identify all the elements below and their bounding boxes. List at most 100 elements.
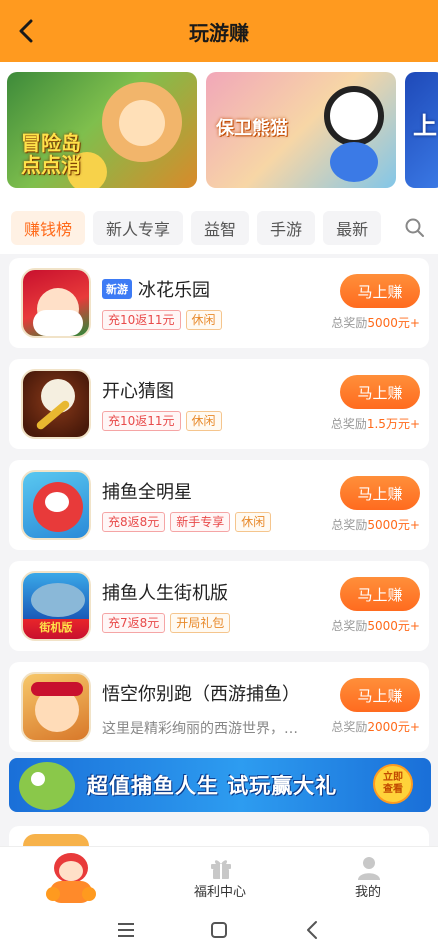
nav-label: 我的 <box>354 885 381 900</box>
reward-amount: 5000元+ <box>367 518 420 532</box>
recent-apps-button[interactable] <box>114 918 138 942</box>
game-icon-shark: 街机版 <box>21 571 91 641</box>
game-name: 冰花乐园 <box>138 280 210 301</box>
game-icon-octopus <box>21 470 91 540</box>
nav-mine[interactable]: 我的 <box>308 847 428 909</box>
game-icon-wukong <box>21 672 91 742</box>
play-now-button[interactable]: 马上赚 <box>340 577 420 611</box>
banner-title: 上 <box>413 112 437 140</box>
reward-prefix: 总奖励 <box>330 417 367 431</box>
reward-prefix: 总奖励 <box>331 619 368 633</box>
tag-category: 休闲 <box>185 411 222 431</box>
nav-label: 福利中心 <box>193 885 246 900</box>
search-icon[interactable] <box>404 217 426 239</box>
tag-row: 充7返8元 开局礼包 <box>102 613 235 633</box>
game-card[interactable]: 捕鱼全明星 充8返8元 新手专享 休闲 马上赚 总奖励5000元+ <box>9 460 429 550</box>
system-nav-bar <box>0 908 438 951</box>
game-card[interactable]: 开心猜图 充10返11元 休闲 马上赚 总奖励1.5万元+ <box>9 359 429 449</box>
game-name-row: 捕鱼全明星 <box>102 478 192 504</box>
total-reward: 总奖励5000元+ <box>331 516 420 533</box>
banner-title: 冒险岛点点消 <box>21 131 81 177</box>
nav-welfare-center[interactable]: 福利中心 <box>160 847 280 909</box>
nav-mascot[interactable] <box>20 847 140 909</box>
tag-newcomer: 新手专享 <box>170 512 231 532</box>
game-card[interactable]: 悟空你别跑（西游捕鱼） 这里是精彩绚丽的西游世界，… 马上赚 总奖励2000元+ <box>9 662 429 752</box>
play-now-button[interactable]: 马上赚 <box>340 678 420 712</box>
bottom-navigation: 福利中心 我的 <box>0 846 438 908</box>
reward-prefix: 总奖励 <box>331 316 368 330</box>
tag-recharge: 充8返8元 <box>102 512 166 532</box>
tag-gift: 开局礼包 <box>170 613 231 633</box>
promo-mascot-eye <box>31 772 45 786</box>
game-name: 开心猜图 <box>102 381 174 402</box>
game-name-row: 捕鱼人生街机版 <box>102 579 228 605</box>
game-card[interactable]: 新游 冰花乐园 充10返11元 休闲 马上赚 总奖励5000元+ <box>9 258 429 348</box>
banner-panda-body <box>330 142 378 182</box>
back-arrow-icon <box>306 920 317 939</box>
banner-maoxiandao[interactable]: 冒险岛点点消 <box>7 72 197 188</box>
game-icon-key <box>21 369 91 439</box>
game-name: 捕鱼全明星 <box>102 482 192 503</box>
tag-recharge: 充10返11元 <box>102 411 181 431</box>
game-name: 悟空你别跑（西游捕鱼） <box>102 684 300 705</box>
reward-amount: 5000元+ <box>367 316 420 330</box>
game-card[interactable]: 街机版 捕鱼人生街机版 充7返8元 开局礼包 马上赚 总奖励5000元+ <box>9 561 429 651</box>
app-header: 玩游赚 <box>0 0 438 62</box>
reward-amount: 2000元+ <box>367 720 420 734</box>
banner-title: 保卫熊猫 <box>216 118 288 139</box>
total-reward: 总奖励5000元+ <box>331 617 420 634</box>
mascot-icon <box>46 849 96 905</box>
promo-button-line1: 立即 <box>383 772 403 783</box>
home-button[interactable] <box>207 918 231 942</box>
game-description: 这里是精彩绚丽的西游世界，… <box>102 721 298 737</box>
tab-mobile-games[interactable]: 手游 <box>257 211 316 245</box>
tag-recharge: 充7返8元 <box>102 613 166 633</box>
tab-newest[interactable]: 最新 <box>323 211 382 245</box>
reward-amount: 1.5万元+ <box>366 417 420 431</box>
menu-icon <box>118 922 135 937</box>
game-name: 捕鱼人生街机版 <box>102 583 228 604</box>
user-icon <box>358 857 380 880</box>
promo-banner[interactable]: 超值捕鱼人生 试玩赢大礼 立即 查看 <box>9 758 431 812</box>
total-reward: 总奖励5000元+ <box>331 314 420 331</box>
banner-baowei-xiongmao[interactable]: 保卫熊猫 <box>206 72 396 188</box>
game-name-row: 开心猜图 <box>102 377 174 403</box>
banner-panda-art <box>324 86 384 146</box>
banner-partial[interactable]: 上 <box>405 72 438 188</box>
game-name-row: 新游 冰花乐园 <box>102 276 210 302</box>
system-back-button[interactable] <box>300 918 324 942</box>
tag-row: 充10返11元 休闲 <box>102 310 227 330</box>
page-title: 玩游赚 <box>189 20 249 45</box>
tag-category: 休闲 <box>235 512 272 532</box>
reward-prefix: 总奖励 <box>331 720 368 734</box>
game-icon-badge: 街机版 <box>39 621 73 634</box>
tag-row: 充10返11元 休闲 <box>102 411 227 431</box>
reward-amount: 5000元+ <box>367 619 420 633</box>
promo-view-button[interactable]: 立即 查看 <box>373 764 413 804</box>
tab-puzzle[interactable]: 益智 <box>191 211 250 245</box>
play-now-button[interactable]: 马上赚 <box>340 375 420 409</box>
banner-carousel[interactable]: 冒险岛点点消 保卫熊猫 上 <box>0 62 438 202</box>
banner-character-face <box>119 100 165 146</box>
promo-mascot-art <box>19 762 75 810</box>
reward-prefix: 总奖励 <box>331 518 368 532</box>
category-tabs: 赚钱榜 新人专享 益智 手游 最新 <box>0 202 438 254</box>
tag-category: 休闲 <box>185 310 222 330</box>
promo-button-line2: 查看 <box>383 784 403 795</box>
tab-newcomer[interactable]: 新人专享 <box>93 211 184 245</box>
promo-text: 超值捕鱼人生 试玩赢大礼 <box>87 774 338 798</box>
new-game-badge: 新游 <box>102 279 132 299</box>
total-reward: 总奖励1.5万元+ <box>331 415 420 432</box>
chevron-left-icon <box>19 19 33 43</box>
tag-row: 充8返8元 新手专享 休闲 <box>102 512 276 532</box>
game-icon-santa <box>21 268 91 338</box>
game-name-row: 悟空你别跑（西游捕鱼） <box>102 680 300 706</box>
total-reward: 总奖励2000元+ <box>331 718 420 735</box>
back-button[interactable] <box>10 15 42 47</box>
gift-icon <box>211 860 231 879</box>
play-now-button[interactable]: 马上赚 <box>340 274 420 308</box>
home-square-icon <box>210 921 227 938</box>
tag-recharge: 充10返11元 <box>102 310 181 330</box>
play-now-button[interactable]: 马上赚 <box>340 476 420 510</box>
tab-earnings-rank[interactable]: 赚钱榜 <box>11 211 86 245</box>
